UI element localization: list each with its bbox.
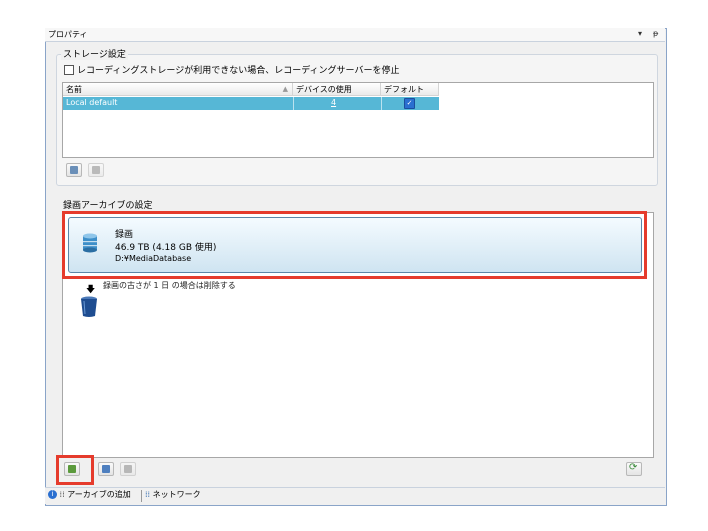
edit-archive-button[interactable] [98,462,114,476]
archive-section-title: 録画アーカイブの設定 [63,201,153,211]
refresh-button[interactable]: ⟳ [626,462,642,476]
highlight-recording-card [62,211,647,279]
delete-rule-label: 録画の古さが 1 日 の場合は削除する [103,281,236,290]
bottom-tab-bar: i ⁞⁞ アーカイブの追加 ⁞⁞ ネットワーク [45,487,665,504]
highlight-add-archive-button [56,455,94,485]
remove-storage-icon [92,166,100,174]
edit-archive-icon [102,465,110,473]
default-checkbox[interactable]: ✓ [404,98,415,109]
add-storage-button[interactable] [66,163,82,177]
device-usage-link[interactable]: 4 [331,98,336,107]
tab-info[interactable]: i ⁞⁞ アーカイブの追加 [48,489,131,500]
stop-server-checkbox[interactable] [64,65,74,75]
storage-table[interactable]: 名前 ▲ デバイスの使用 デフォルト Local default 4 ✓ [62,82,654,158]
tab-network[interactable]: ⁞⁞ ネットワーク [145,489,201,500]
tab-divider [141,490,142,502]
stop-server-checkbox-label: レコーディングストレージが利用できない場合、レコーディングサーバーを停止 [77,66,400,76]
storage-section-title: ストレージ設定 [61,47,128,60]
refresh-icon: ⟳ [629,462,638,473]
remove-storage-button[interactable] [88,163,104,177]
add-storage-icon [70,166,78,174]
storage-name-cell: Local default [66,98,118,107]
delete-archive-icon [124,465,132,473]
dropdown-icon[interactable]: ▾ [638,29,642,38]
info-icon: i [48,490,57,499]
tab-separator-icon: ⁞⁞ [59,490,65,499]
column-header-name[interactable]: 名前 ▲ [63,83,293,96]
column-header-default[interactable]: デフォルト [381,83,439,96]
trash-icon [81,296,97,317]
panel-title: プロパティ [48,30,88,39]
panel-titlebar: プロパティ ▾ ᵽ [45,28,665,42]
delete-archive-button[interactable] [120,462,136,476]
table-row[interactable]: Local default 4 ✓ [63,97,439,110]
network-icon: ⁞⁞ [145,490,151,499]
sort-arrow-icon: ▲ [282,85,288,93]
column-header-devices[interactable]: デバイスの使用 [293,83,381,96]
pin-icon[interactable]: ᵽ [653,29,658,38]
